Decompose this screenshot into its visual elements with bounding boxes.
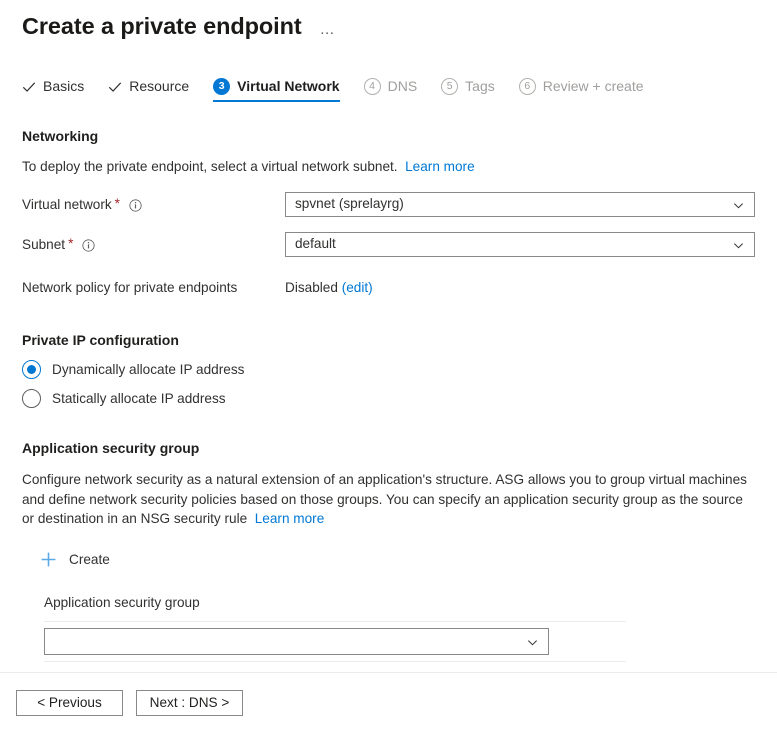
virtual-network-label-group: Virtual network *	[22, 195, 285, 214]
radio-button-selected-icon	[22, 360, 41, 379]
network-policy-row: Network policy for private endpoints Dis…	[22, 275, 755, 299]
asg-description-text: Configure network security as a natural …	[22, 472, 747, 526]
radio-button-unselected-icon	[22, 389, 41, 408]
asg-heading: Application security group	[22, 440, 200, 456]
plus-icon	[40, 551, 57, 568]
chevron-down-icon	[733, 199, 744, 210]
tab-label: Virtual Network	[237, 78, 340, 94]
radio-dynamic-ip[interactable]: Dynamically allocate IP address	[22, 360, 755, 379]
asg-learn-more-link[interactable]: Learn more	[255, 511, 325, 526]
tab-label: Resource	[129, 78, 190, 94]
previous-button[interactable]: < Previous	[16, 689, 123, 716]
network-policy-edit-link[interactable]: (edit)	[342, 280, 373, 295]
wizard-footer: < Previous Next : DNS >	[0, 673, 777, 732]
subnet-label: Subnet	[22, 236, 66, 252]
tab-resource[interactable]: Resource	[108, 78, 189, 102]
more-options-button[interactable]: …	[320, 22, 337, 37]
network-policy-label: Network policy for private endpoints	[22, 279, 238, 295]
wizard-tab-bar: Basics Resource 3 Virtual Network 4 DNS …	[0, 70, 777, 102]
required-asterisk: *	[68, 236, 74, 251]
virtual-network-row: Virtual network * spvnet (sprelayrg)	[22, 191, 755, 217]
asg-field-wrapper: Application security group	[44, 593, 755, 662]
check-icon	[108, 80, 122, 94]
tab-label: Tags	[465, 78, 495, 94]
chevron-down-icon	[527, 636, 538, 647]
subnet-dropdown[interactable]: default	[285, 231, 755, 257]
network-policy-value: Disabled	[285, 279, 338, 295]
networking-intro: To deploy the private endpoint, select a…	[22, 157, 755, 176]
virtual-network-value: spvnet (sprelayrg)	[295, 196, 404, 211]
tab-review-create[interactable]: 6 Review + create	[518, 78, 644, 102]
tab-virtual-network[interactable]: 3 Virtual Network	[213, 78, 341, 102]
create-asg-button[interactable]: Create	[40, 551, 110, 569]
radio-label: Dynamically allocate IP address	[52, 362, 245, 377]
step-number-badge: 3	[213, 78, 231, 95]
asg-dropdown[interactable]	[44, 628, 549, 655]
networking-learn-more-link[interactable]: Learn more	[405, 159, 475, 174]
tab-label: DNS	[387, 78, 418, 94]
subnet-value: default	[295, 236, 336, 251]
tab-tags[interactable]: 5 Tags	[441, 78, 495, 102]
step-number-badge: 5	[441, 78, 459, 95]
networking-intro-text: To deploy the private endpoint, select a…	[22, 159, 398, 174]
subnet-row: Subnet * default	[22, 231, 755, 257]
asg-divider-top	[44, 621, 626, 622]
check-icon	[22, 80, 36, 94]
virtual-network-dropdown[interactable]: spvnet (sprelayrg)	[285, 191, 755, 217]
tab-label: Basics	[43, 78, 85, 94]
radio-label: Statically allocate IP address	[52, 391, 226, 406]
page-title: Create a private endpoint	[22, 13, 302, 39]
info-icon[interactable]	[129, 198, 142, 212]
info-icon[interactable]	[82, 238, 95, 252]
tab-basics[interactable]: Basics	[22, 78, 84, 102]
tab-dns[interactable]: 4 DNS	[363, 78, 418, 102]
network-policy-value-group: Disabled (edit)	[285, 278, 373, 297]
asg-divider-bottom	[44, 661, 626, 662]
page-header: Create a private endpoint …	[0, 0, 777, 42]
form-content: Networking To deploy the private endpoin…	[0, 126, 777, 662]
radio-static-ip[interactable]: Statically allocate IP address	[22, 389, 755, 408]
required-asterisk: *	[114, 196, 120, 211]
asg-description: Configure network security as a natural …	[22, 470, 755, 529]
asg-field-label: Application security group	[44, 595, 200, 610]
private-ip-heading: Private IP configuration	[22, 332, 179, 348]
step-number-badge: 4	[363, 78, 381, 95]
step-number-badge: 6	[518, 78, 536, 95]
create-asg-label: Create	[69, 551, 110, 567]
tab-label: Review + create	[542, 78, 644, 94]
chevron-down-icon	[733, 239, 744, 250]
subnet-label-group: Subnet *	[22, 235, 285, 254]
next-dns-button[interactable]: Next : DNS >	[136, 689, 243, 716]
virtual-network-label: Virtual network	[22, 196, 112, 212]
networking-heading: Networking	[22, 128, 99, 144]
